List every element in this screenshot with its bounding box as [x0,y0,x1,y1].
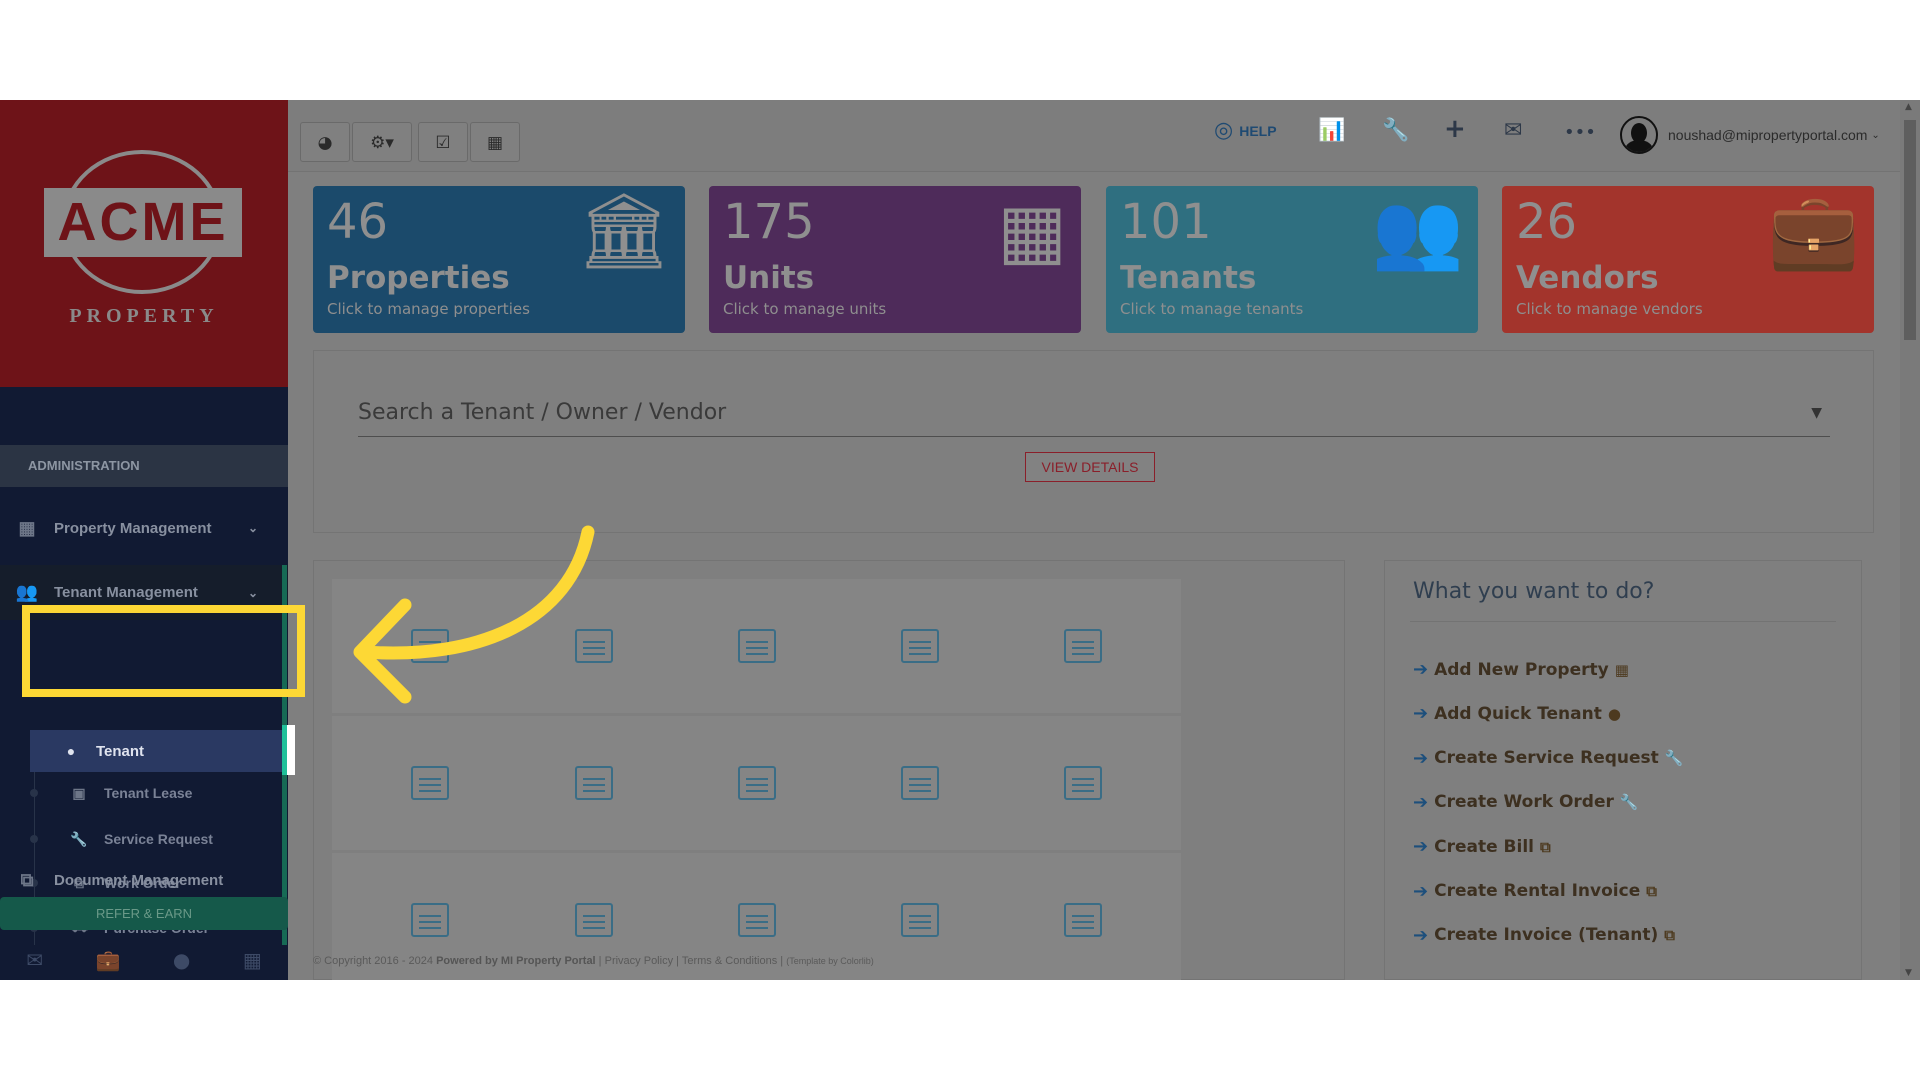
arrow-shaft [358,525,595,660]
annotation-arrow [353,525,595,704]
